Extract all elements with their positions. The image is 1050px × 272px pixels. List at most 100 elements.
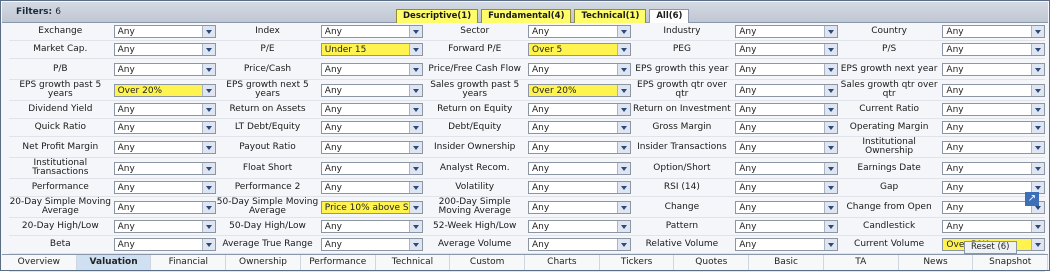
filter-select[interactable]: Any (735, 103, 838, 116)
chevron-down-icon[interactable] (202, 141, 216, 153)
chevron-down-icon[interactable] (823, 141, 837, 153)
filter-select[interactable]: Any (113, 200, 217, 214)
chevron-down-icon[interactable] (616, 44, 630, 55)
chevron-down-icon[interactable] (202, 182, 216, 193)
chevron-down-icon[interactable] (616, 84, 630, 96)
filter-select[interactable]: Any (113, 43, 217, 56)
filter-select[interactable]: Any (942, 103, 1046, 116)
chevron-down-icon[interactable] (202, 84, 216, 96)
filter-select[interactable]: Any (528, 161, 631, 175)
filter-select[interactable]: Any (735, 25, 838, 38)
filter-select[interactable]: Any (528, 140, 631, 154)
filter-select[interactable]: Any (113, 238, 217, 251)
chevron-down-icon[interactable] (1031, 239, 1045, 250)
tab-descriptive[interactable]: Descriptive(1) (396, 9, 479, 23)
expand-icon[interactable]: ↗ (1025, 192, 1039, 206)
chevron-down-icon[interactable] (823, 44, 837, 55)
chevron-down-icon[interactable] (823, 201, 837, 213)
chevron-down-icon[interactable] (1031, 84, 1045, 96)
filter-select[interactable]: Any (735, 220, 838, 233)
chevron-down-icon[interactable] (202, 44, 216, 55)
filter-select[interactable]: Any (735, 83, 838, 97)
view-tab-ta[interactable]: TA (824, 255, 899, 270)
filter-select[interactable]: Any (735, 62, 838, 76)
filter-select[interactable]: Any (735, 200, 838, 214)
chevron-down-icon[interactable] (202, 122, 216, 133)
filter-select[interactable]: Any (528, 200, 631, 214)
chevron-down-icon[interactable] (823, 239, 837, 250)
view-tab-technical[interactable]: Technical (376, 255, 451, 270)
chevron-down-icon[interactable] (202, 162, 216, 174)
filter-select[interactable]: Any (113, 161, 217, 175)
filter-select[interactable]: Any (735, 161, 838, 175)
chevron-down-icon[interactable] (1031, 44, 1045, 55)
chevron-down-icon[interactable] (823, 122, 837, 133)
filter-select[interactable]: Any (320, 161, 424, 175)
chevron-down-icon[interactable] (616, 104, 630, 115)
filter-select[interactable]: Any (735, 43, 838, 56)
reset-button[interactable]: Reset (6) (964, 241, 1017, 254)
filter-select[interactable]: Over 20% (113, 83, 217, 97)
filter-select[interactable]: Any (320, 83, 424, 97)
chevron-down-icon[interactable] (823, 182, 837, 193)
view-tab-quotes[interactable]: Quotes (674, 255, 750, 270)
chevron-down-icon[interactable] (616, 63, 630, 75)
chevron-down-icon[interactable] (1031, 104, 1045, 115)
filter-select[interactable]: Any (320, 220, 424, 233)
filter-select[interactable]: Any (528, 121, 631, 134)
filter-select[interactable]: Any (320, 140, 424, 154)
filter-select[interactable]: Any (735, 238, 838, 251)
tab-technical[interactable]: Technical(1) (574, 9, 647, 23)
filter-select[interactable]: Any (942, 43, 1046, 56)
filter-select[interactable]: Any (942, 62, 1046, 76)
chevron-down-icon[interactable] (202, 201, 216, 213)
filter-select[interactable]: Any (942, 161, 1046, 175)
chevron-down-icon[interactable] (823, 84, 837, 96)
chevron-down-icon[interactable] (409, 122, 423, 133)
chevron-down-icon[interactable] (409, 141, 423, 153)
chevron-down-icon[interactable] (202, 63, 216, 75)
chevron-down-icon[interactable] (823, 104, 837, 115)
filter-select[interactable]: Any (528, 181, 631, 194)
chevron-down-icon[interactable] (823, 26, 837, 37)
filter-select[interactable]: Any (735, 181, 838, 194)
chevron-down-icon[interactable] (1031, 221, 1045, 232)
tab-all[interactable]: All(6) (649, 9, 690, 23)
chevron-down-icon[interactable] (616, 122, 630, 133)
chevron-down-icon[interactable] (616, 162, 630, 174)
chevron-down-icon[interactable] (409, 44, 423, 55)
filter-select[interactable]: Any (942, 220, 1046, 233)
filter-select[interactable]: Any (735, 121, 838, 134)
view-tab-tickers[interactable]: Tickers (600, 255, 675, 270)
filter-select[interactable]: Any (320, 181, 424, 194)
view-tab-basic[interactable]: Basic (749, 255, 824, 270)
chevron-down-icon[interactable] (409, 221, 423, 232)
filter-select[interactable]: Over 20% (528, 83, 631, 97)
chevron-down-icon[interactable] (409, 162, 423, 174)
filter-select[interactable]: Any (113, 121, 217, 134)
view-tab-financial[interactable]: Financial (151, 255, 227, 270)
chevron-down-icon[interactable] (1031, 162, 1045, 174)
filter-select[interactable]: Any (320, 103, 424, 116)
chevron-down-icon[interactable] (616, 141, 630, 153)
filter-select[interactable]: Any (528, 238, 631, 251)
filter-select[interactable]: Any (942, 25, 1046, 38)
filter-select[interactable]: Any (320, 238, 424, 251)
filter-select[interactable]: Any (528, 103, 631, 116)
chevron-down-icon[interactable] (616, 201, 630, 213)
filter-select[interactable]: Any (320, 25, 424, 38)
chevron-down-icon[interactable] (202, 239, 216, 250)
view-tab-news[interactable]: News (899, 255, 974, 270)
filter-select[interactable]: Under 15 (320, 43, 424, 56)
chevron-down-icon[interactable] (616, 239, 630, 250)
filter-select[interactable]: Any (528, 25, 631, 38)
chevron-down-icon[interactable] (823, 63, 837, 75)
filter-select[interactable]: Any (113, 181, 217, 194)
view-tab-valuation[interactable]: Valuation (76, 255, 152, 270)
filter-select[interactable]: Any (113, 62, 217, 76)
chevron-down-icon[interactable] (409, 182, 423, 193)
chevron-down-icon[interactable] (202, 104, 216, 115)
chevron-down-icon[interactable] (823, 162, 837, 174)
chevron-down-icon[interactable] (409, 239, 423, 250)
chevron-down-icon[interactable] (202, 26, 216, 37)
